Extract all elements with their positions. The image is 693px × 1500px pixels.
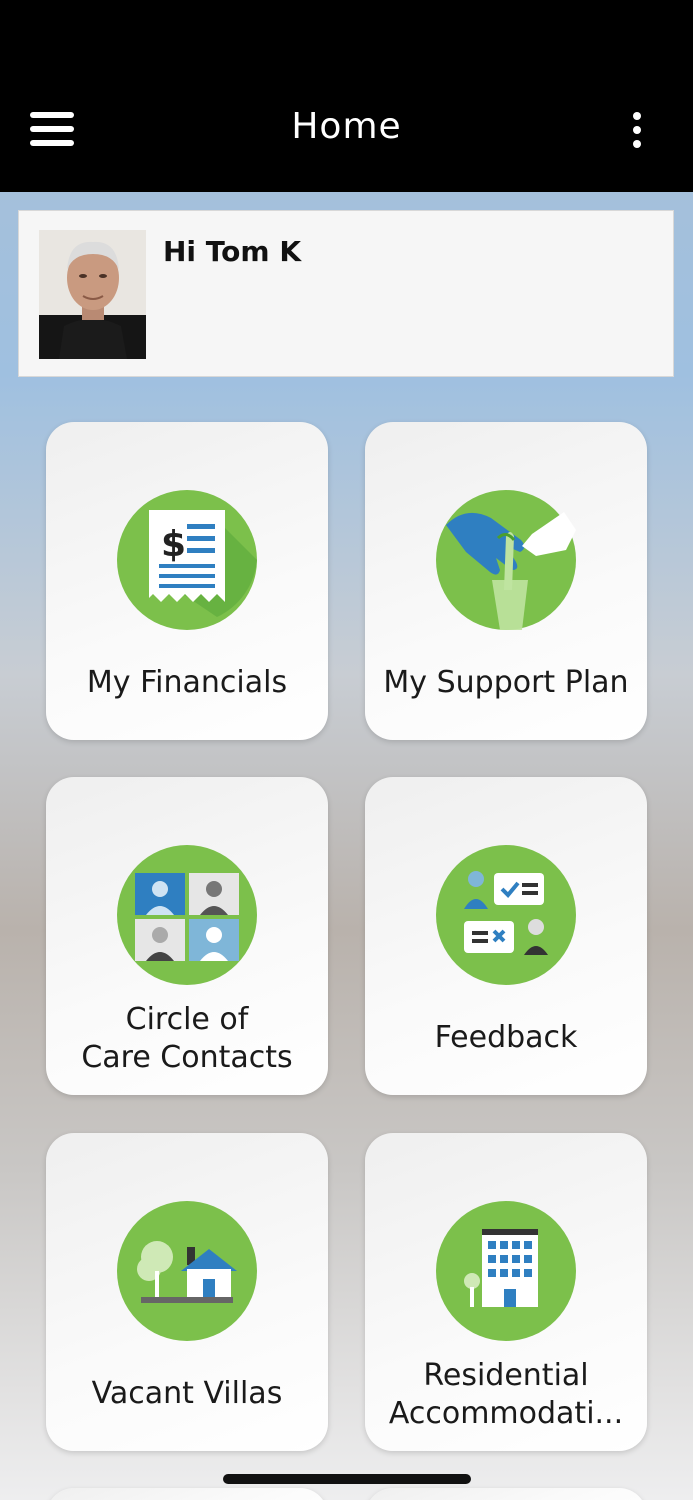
avatar [39,230,146,359]
tile-circle-of-care-contacts[interactable]: Circle of Care Contacts [46,777,328,1095]
tile-label: Vacant Villas [91,1376,283,1411]
greeting-text: Hi Tom K [163,235,302,268]
tile-label: My Support Plan [383,665,629,700]
tile-my-support-plan[interactable]: My Support Plan [365,422,647,740]
tile-my-financials[interactable]: $ My Financials [46,422,328,740]
tile-label: Circle of Care Contacts [81,1002,293,1075]
tile-residential-accommodation[interactable]: Residential Accommodati... [365,1133,647,1451]
feedback-chat-icon [436,845,576,985]
villa-house-icon [117,1201,257,1341]
helping-hands-icon [436,490,576,630]
tile-next-row-left[interactable] [46,1488,328,1500]
tile-label: Feedback [434,1020,578,1055]
more-options-icon[interactable] [622,112,652,152]
financial-receipt-icon: $ [117,490,257,630]
tile-vacant-villas[interactable]: Vacant Villas [46,1133,328,1451]
app-header: Home [0,0,693,192]
profile-card: Hi Tom K [18,210,674,377]
tile-label: Residential Accommodati... [388,1358,624,1431]
tile-feedback[interactable]: Feedback [365,777,647,1095]
contacts-grid-icon [117,845,257,985]
svg-text:$: $ [161,524,186,565]
tile-next-row-right[interactable] [365,1488,647,1500]
tile-label: My Financials [86,665,288,700]
home-indicator[interactable] [223,1474,471,1484]
apartment-building-icon [436,1201,576,1341]
page-title: Home [291,106,402,147]
